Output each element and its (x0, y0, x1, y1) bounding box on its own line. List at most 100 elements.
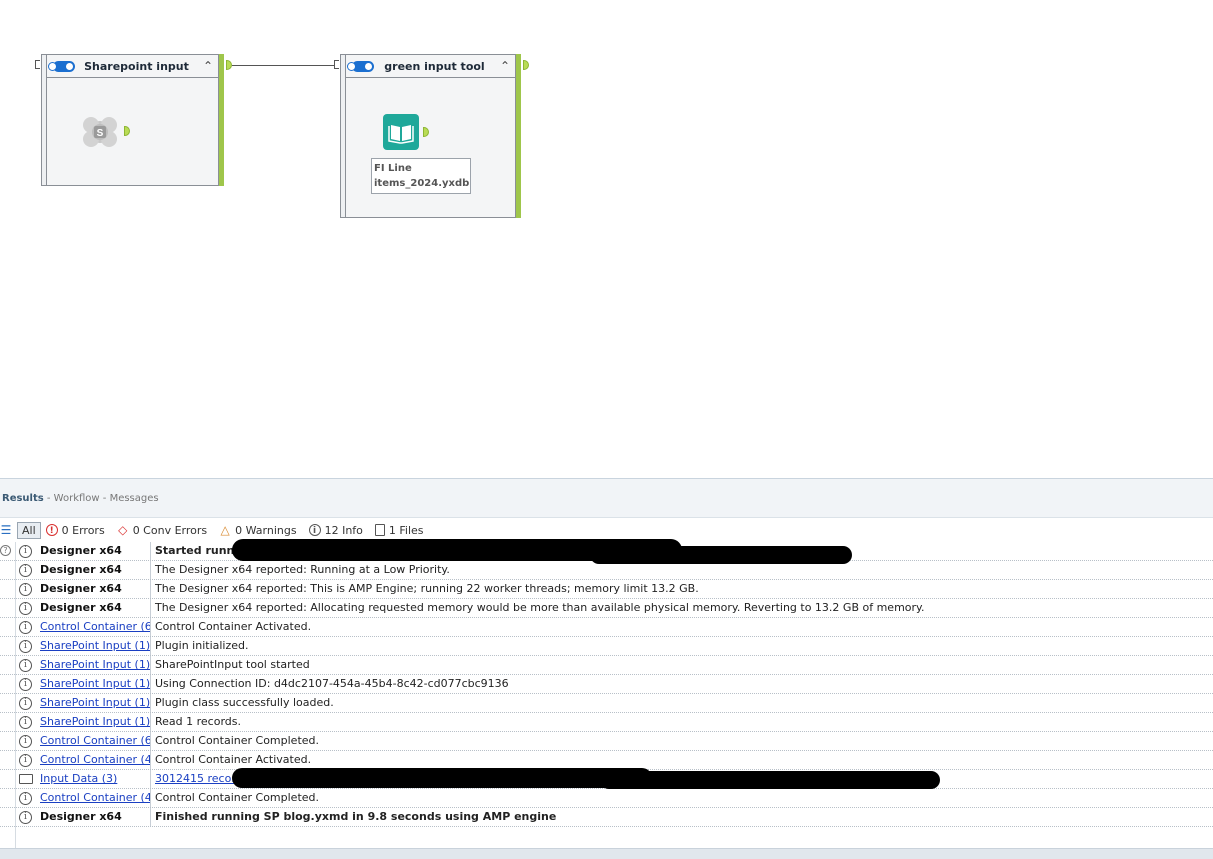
warning-icon: △ (220, 523, 230, 537)
message-row[interactable]: i Control Container (6) Control Containe… (0, 732, 1213, 751)
results-label: Results (2, 493, 44, 504)
container-input-anchor[interactable] (334, 60, 339, 69)
results-filter-bar: ☰ All ! 0 Errors ◇ 0 Conv Errors △ 0 War… (0, 519, 1213, 541)
message-source: Designer x64 (37, 808, 151, 826)
results-breadcrumb: - Workflow - Messages (43, 493, 159, 504)
container-sharepoint-input[interactable]: Sharepoint input ⌃ S (41, 54, 224, 186)
annotation-line2: items_2024.yxdb (374, 178, 470, 189)
results-panel: Results - Workflow - Messages ☰ All ! 0 … (0, 478, 1213, 859)
info-icon: i (19, 621, 32, 634)
folder-icon (19, 774, 33, 784)
message-source-link[interactable]: SharePoint Input (1) (37, 713, 151, 731)
message-source-link[interactable]: Control Container (4) (37, 751, 151, 769)
message-text: The Designer x64 reported: Allocating re… (155, 601, 925, 614)
message-text: Started runni (155, 544, 239, 557)
filter-info-label: 12 Info (324, 523, 363, 537)
filter-files-label: 1 Files (388, 523, 424, 537)
message-row[interactable]: i SharePoint Input (1) Read 1 records. (0, 713, 1213, 732)
message-source-link[interactable]: Control Container (6) (37, 732, 151, 750)
container-output-anchor[interactable] (523, 60, 529, 70)
list-view-icon[interactable]: ☰ (0, 523, 12, 537)
message-source-link[interactable]: SharePoint Input (1) (37, 675, 151, 693)
message-text: Plugin initialized. (155, 639, 249, 652)
message-source-link[interactable]: Control Container (6) (37, 618, 151, 636)
book-input-icon[interactable] (383, 114, 419, 150)
info-icon: i (19, 678, 32, 691)
info-icon: i (308, 524, 321, 536)
container-right-border (516, 54, 521, 218)
container-left-border (340, 54, 345, 218)
message-row[interactable]: i Designer x64 The Designer x64 reported… (0, 580, 1213, 599)
connection-line[interactable] (232, 65, 335, 66)
message-text: Using Connection ID: d4dc2107-454a-45b4-… (155, 677, 509, 690)
enable-toggle[interactable] (48, 60, 75, 72)
filter-conv-errors-button[interactable]: ◇ 0 Conv Errors (117, 524, 207, 537)
message-list[interactable]: ? i Designer x64 Started runni blog\SP b… (0, 539, 1213, 827)
message-text: Control Container Activated. (155, 620, 312, 633)
message-source-link[interactable]: SharePoint Input (1) (37, 656, 151, 674)
filter-files-button[interactable]: 1 Files (374, 523, 424, 537)
svg-text:S: S (97, 128, 104, 139)
results-titlebar: Results - Workflow - Messages (0, 479, 1213, 518)
message-source-link[interactable]: SharePoint Input (1) (37, 694, 151, 712)
message-row[interactable]: Input Data (3) 3012415 records (0, 768, 1213, 789)
output-anchor[interactable] (124, 126, 130, 136)
info-icon: i (19, 811, 32, 824)
filter-info-button[interactable]: i 12 Info (308, 523, 363, 537)
enable-toggle[interactable] (347, 60, 374, 72)
message-text: SharePointInput tool started (155, 658, 310, 671)
results-title: Results - Workflow - Messages (2, 493, 159, 504)
message-row[interactable]: i SharePoint Input (1) SharePointInput t… (0, 656, 1213, 675)
error-icon: ! (45, 524, 58, 536)
message-source: Designer x64 (37, 542, 151, 560)
message-row[interactable]: i SharePoint Input (1) Plugin initialize… (0, 637, 1213, 656)
message-row[interactable]: i Designer x64 The Designer x64 reported… (0, 561, 1213, 580)
info-icon: i (19, 754, 32, 767)
message-source: Designer x64 (37, 599, 151, 617)
message-source-link[interactable]: Input Data (3) (37, 770, 151, 788)
message-text: Finished running SP blog.yxmd in 9.8 sec… (155, 810, 557, 823)
info-icon: i (19, 792, 32, 805)
message-row[interactable]: i Designer x64 Started runni blog\SP blo… (0, 539, 1213, 564)
info-icon: i (19, 602, 32, 615)
info-icon: i (19, 583, 32, 596)
message-text: Control Container Activated. (155, 753, 312, 766)
filter-all-button[interactable]: All (17, 521, 41, 539)
message-text: Control Container Completed. (155, 734, 320, 747)
message-row[interactable]: i Designer x64 The Designer x64 reported… (0, 599, 1213, 618)
container-green-input-tool[interactable]: green input tool ⌃ FI Line items_2024.yx… (340, 54, 521, 218)
container-header[interactable]: Sharepoint input ⌃ (47, 55, 218, 78)
message-source: Designer x64 (37, 561, 151, 579)
info-icon: i (19, 735, 32, 748)
message-text: Control Container Completed. (155, 791, 320, 804)
message-row[interactable]: i Control Container (6) Control Containe… (0, 618, 1213, 637)
message-text: The Designer x64 reported: Running at a … (155, 563, 450, 576)
message-text: Read 1 records. (155, 715, 241, 728)
workflow-canvas[interactable]: Sharepoint input ⌃ S green input tool ⌃ (0, 0, 1213, 478)
message-source-link[interactable]: SharePoint Input (1) (37, 637, 151, 655)
container-header[interactable]: green input tool ⌃ (346, 55, 515, 78)
chevron-up-icon[interactable]: ⌃ (198, 59, 218, 73)
info-icon: i (19, 564, 32, 577)
sharepoint-icon[interactable]: S (80, 113, 120, 151)
filter-errors-button[interactable]: ! 0 Errors (45, 523, 105, 537)
redaction-mark (232, 768, 652, 788)
message-source-link[interactable]: Control Container (4) (37, 789, 151, 807)
message-row[interactable]: i Designer x64 Finished running SP blog.… (0, 808, 1213, 827)
info-icon: i (19, 716, 32, 729)
message-row[interactable]: i Control Container (4) Control Containe… (0, 789, 1213, 808)
status-bar (0, 848, 1213, 859)
output-anchor[interactable] (423, 127, 429, 137)
message-text: Plugin class successfully loaded. (155, 696, 334, 709)
filter-errors-label: 0 Errors (61, 523, 105, 537)
container-title: green input tool (384, 59, 485, 73)
container-input-anchor[interactable] (35, 60, 40, 69)
container-right-border (219, 54, 224, 186)
info-icon: i (19, 545, 32, 558)
filter-warnings-label: 0 Warnings (235, 523, 297, 537)
container-title: Sharepoint input (84, 59, 189, 73)
message-row[interactable]: i SharePoint Input (1) Plugin class succ… (0, 694, 1213, 713)
filter-warnings-button[interactable]: △ 0 Warnings (219, 523, 297, 537)
message-row[interactable]: i SharePoint Input (1) Using Connection … (0, 675, 1213, 694)
chevron-up-icon[interactable]: ⌃ (495, 59, 515, 73)
